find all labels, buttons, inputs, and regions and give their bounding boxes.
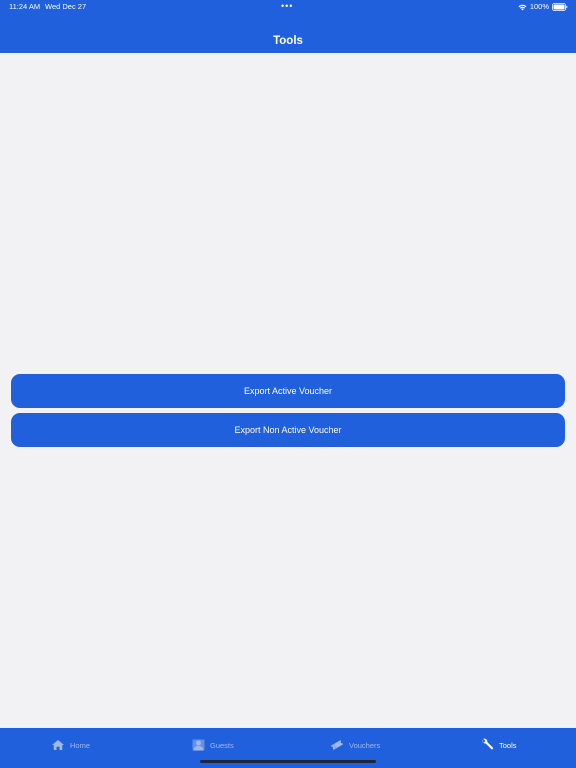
wifi-icon bbox=[518, 4, 527, 11]
wrench-icon bbox=[480, 738, 494, 752]
tab-vouchers-label: Vouchers bbox=[349, 740, 381, 750]
page-title: Tools bbox=[273, 35, 303, 47]
status-right: 100% bbox=[518, 0, 568, 14]
status-bar: 11:24 AM Wed Dec 27 ••• 100% bbox=[0, 0, 576, 14]
person-icon bbox=[192, 739, 205, 751]
battery-icon bbox=[552, 3, 568, 11]
status-date: Wed Dec 27 bbox=[45, 2, 87, 11]
main-content: Export Active Voucher Export Non Active … bbox=[0, 53, 576, 728]
tab-tools-label: Tools bbox=[499, 740, 517, 750]
header: 11:24 AM Wed Dec 27 ••• 100% Tools bbox=[0, 0, 576, 53]
ticket-icon bbox=[330, 739, 344, 751]
export-non-active-voucher-button[interactable]: Export Non Active Voucher bbox=[11, 413, 565, 447]
tab-home-label: Home bbox=[70, 740, 91, 750]
status-time: 11:24 AM bbox=[9, 2, 41, 11]
house-icon bbox=[51, 739, 65, 751]
home-indicator[interactable] bbox=[200, 760, 376, 763]
tab-guests-label: Guests bbox=[210, 740, 234, 750]
multitasking-dots[interactable]: ••• bbox=[281, 0, 293, 13]
tab-vouchers[interactable]: Vouchers bbox=[330, 728, 380, 762]
export-active-voucher-button[interactable]: Export Active Voucher bbox=[11, 374, 565, 408]
tab-tools[interactable]: Tools bbox=[480, 728, 517, 762]
tab-guests[interactable]: Guests bbox=[192, 728, 234, 762]
battery-percent: 100% bbox=[529, 2, 549, 11]
tab-home[interactable]: Home bbox=[51, 728, 90, 762]
app-screen: 11:24 AM Wed Dec 27 ••• 100% Tools Expor… bbox=[0, 0, 576, 768]
